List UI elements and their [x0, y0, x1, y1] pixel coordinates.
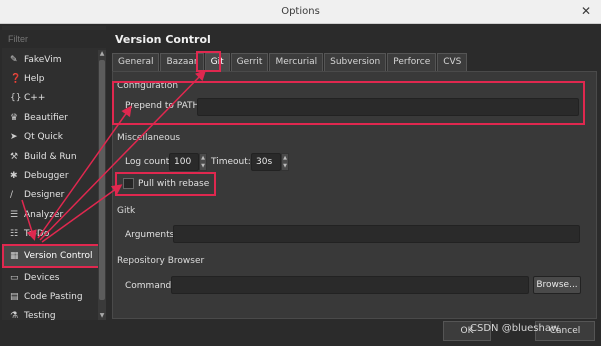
- log-count-stepper[interactable]: ▲ ▼: [199, 153, 207, 171]
- sidebar-item-label: Qt Quick: [24, 132, 63, 143]
- gitk-arguments-input[interactable]: [173, 225, 580, 243]
- pull-rebase-checkbox[interactable]: [123, 178, 134, 189]
- sidebar-item-label: FakeVim: [24, 54, 62, 65]
- cpp-icon: {}: [10, 93, 22, 104]
- devices-icon: ▭: [10, 272, 19, 283]
- miscellaneous-group-title: Miscellaneous: [117, 133, 181, 143]
- sidebar-item-label: Help: [24, 74, 45, 85]
- sidebar-item-label: Designer: [24, 190, 65, 201]
- build-run-icon: ⚒: [10, 151, 19, 162]
- sidebar-item-devices[interactable]: ▭ Devices: [2, 268, 100, 287]
- sidebar-item-build-run[interactable]: ⚒ Build & Run: [2, 147, 100, 166]
- arguments-label: Arguments:: [125, 230, 178, 240]
- version-control-icon: ▦: [10, 250, 19, 261]
- git-settings: Configuration Prepend to PATH: Miscellan…: [112, 71, 597, 319]
- sidebar-item-label: Code Pasting: [24, 291, 83, 302]
- configuration-group-title: Configuration: [117, 81, 179, 91]
- sidebar-item-help[interactable]: ❓ Help: [2, 69, 100, 88]
- sidebar-item-label: Analyzer: [24, 209, 64, 220]
- fakevim-icon: ✎: [10, 54, 18, 65]
- sidebar-item-beautifier[interactable]: ♛ Beautifier: [2, 108, 100, 127]
- tab-subversion[interactable]: Subversion: [324, 53, 387, 71]
- prepend-path-label: Prepend to PATH:: [125, 101, 203, 111]
- page-title: Version Control: [115, 33, 211, 46]
- vcs-tabs: General Bazaar Git Gerrit Mercurial Subversio…: [112, 53, 468, 71]
- sidebar-item-version-control[interactable]: ▦ Version Control: [2, 243, 100, 268]
- todo-icon: ☷: [10, 229, 19, 240]
- timeout-stepper[interactable]: ▲ ▼: [281, 153, 289, 171]
- sidebar-item-label: Build & Run: [24, 151, 77, 162]
- sidebar-item-fakevim[interactable]: ✎ FakeVim: [2, 50, 100, 69]
- repository-command-input[interactable]: [171, 276, 529, 294]
- sidebar-scrollbar[interactable]: ▲ ▼: [98, 50, 106, 320]
- window-title: Options: [281, 6, 320, 17]
- sidebar-item-label: Testing: [24, 311, 56, 322]
- sidebar-item-testing[interactable]: ⚗ Testing: [2, 307, 100, 326]
- scroll-up-icon[interactable]: ▲: [98, 50, 106, 58]
- sidebar-item-label: Version Control: [24, 250, 93, 261]
- code-pasting-icon: ▤: [10, 291, 19, 302]
- sidebar-item-qt-quick[interactable]: ➤ Qt Quick: [2, 128, 100, 147]
- sidebar-item-code-pasting[interactable]: ▤ Code Pasting: [2, 287, 100, 306]
- sidebar: ✎FakeVim❓Help{}C++♛Beautifier➤Qt Quick⚒B…: [2, 26, 106, 321]
- qtquick-icon: ➤: [10, 132, 18, 143]
- repository-browser-group-title: Repository Browser: [117, 256, 205, 266]
- scroll-down-icon[interactable]: ▼: [98, 312, 106, 320]
- sidebar-item-label: Debugger: [24, 171, 69, 182]
- title-bar: Options ✕: [0, 0, 601, 24]
- scrollbar-thumb[interactable]: [99, 60, 105, 300]
- tab-git[interactable]: Git: [204, 53, 230, 71]
- sidebar-item-debugger[interactable]: ✱ Debugger: [2, 166, 100, 185]
- log-count-input[interactable]: 100: [169, 153, 199, 171]
- tab-general[interactable]: General: [112, 53, 160, 71]
- analyzer-icon: ☰: [10, 209, 19, 220]
- gitk-group-title: Gitk: [117, 206, 136, 216]
- filter-input[interactable]: [2, 30, 106, 48]
- sidebar-item-label: Devices: [24, 272, 60, 283]
- tab-cvs[interactable]: CVS: [437, 53, 468, 71]
- timeout-label: Timeout:: [211, 157, 251, 167]
- browse-button[interactable]: Browse...: [533, 276, 581, 294]
- watermark: CSDN @blueshaw: [470, 323, 560, 334]
- tab-mercurial[interactable]: Mercurial: [269, 53, 324, 71]
- sidebar-item-label: C++: [24, 93, 46, 104]
- designer-icon: ∕: [10, 190, 14, 201]
- sidebar-nav: ✎ FakeVim ❓ Help{} C++ ♛ Beautifier ➤ Qt Quick ⚒ B…: [2, 50, 100, 326]
- tab-perforce[interactable]: Perforce: [387, 53, 437, 71]
- sidebar-item-to-do[interactable]: ☷ To-Do: [2, 225, 100, 244]
- sidebar-item-designer[interactable]: ∕ Designer: [2, 186, 100, 205]
- close-icon[interactable]: ✕: [581, 4, 591, 18]
- help-icon: ❓: [10, 74, 22, 85]
- sidebar-item-analyzer[interactable]: ☰ Analyzer: [2, 205, 100, 224]
- sidebar-item-label: To-Do: [24, 229, 50, 240]
- settings-panel: Version Control General Bazaar Git Gerrit Me…: [110, 26, 601, 320]
- testing-icon: ⚗: [10, 311, 19, 322]
- command-label: Command:: [125, 281, 175, 291]
- tab-gerrit[interactable]: Gerrit: [230, 53, 269, 71]
- log-count-label: Log count:: [125, 157, 173, 167]
- timeout-input[interactable]: 30s: [251, 153, 281, 171]
- beautifier-icon: ♛: [10, 112, 19, 123]
- debugger-icon: ✱: [10, 171, 18, 182]
- tab-bazaar[interactable]: Bazaar: [160, 53, 204, 71]
- prepend-path-input[interactable]: [197, 98, 579, 116]
- sidebar-item-c[interactable]: {} C++: [2, 89, 100, 108]
- sidebar-item-label: Beautifier: [24, 112, 68, 123]
- pull-rebase-label[interactable]: Pull with rebase: [138, 179, 209, 189]
